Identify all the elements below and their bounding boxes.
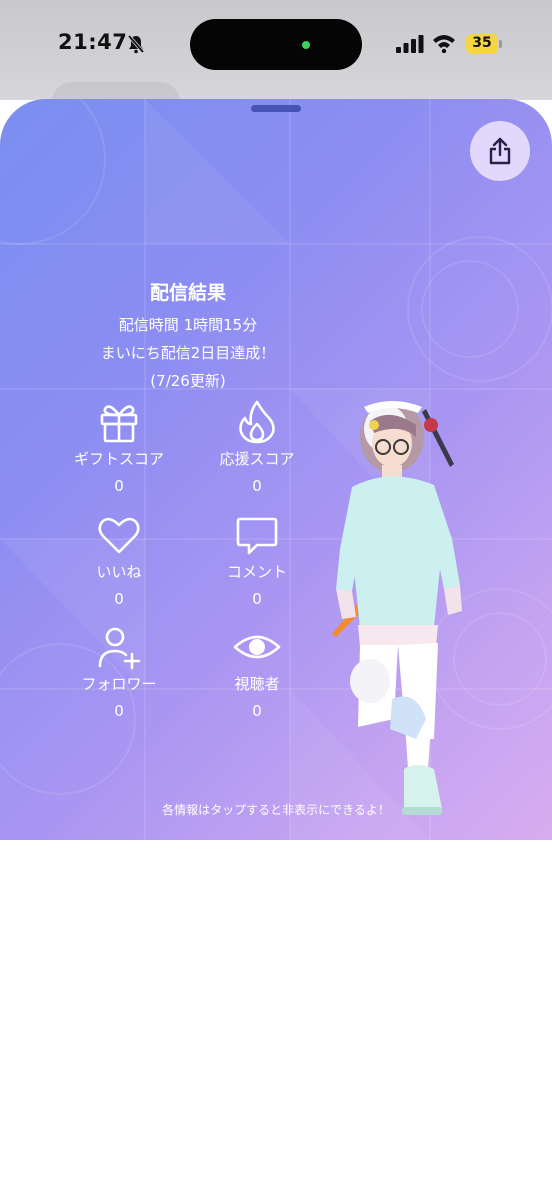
stat-label: 応援スコア bbox=[219, 450, 295, 468]
result-title: 配信結果 bbox=[149, 282, 226, 304]
stat-viewers[interactable]: 視聴者 0 bbox=[187, 623, 327, 720]
camera-indicator bbox=[302, 41, 310, 49]
battery-level: 35 bbox=[472, 35, 492, 51]
cellular-signal-icon bbox=[396, 35, 424, 53]
flame-icon bbox=[239, 400, 275, 444]
sheet-drag-handle[interactable] bbox=[251, 105, 301, 112]
stat-support-score[interactable]: 応援スコア 0 bbox=[187, 398, 327, 495]
wifi-icon bbox=[433, 35, 455, 53]
stat-value: 0 bbox=[114, 702, 124, 720]
comment-icon bbox=[236, 517, 278, 555]
avatar-character bbox=[332, 401, 462, 815]
gift-icon bbox=[100, 405, 138, 443]
battery-indicator: 35 bbox=[466, 34, 502, 54]
stat-value: 0 bbox=[114, 477, 124, 495]
stat-value: 0 bbox=[252, 702, 262, 720]
stat-gift-score[interactable]: ギフトスコア 0 bbox=[49, 398, 189, 495]
stat-value: 0 bbox=[252, 590, 262, 608]
share-icon bbox=[489, 137, 511, 165]
dynamic-island bbox=[190, 19, 362, 70]
stat-likes[interactable]: いいね 0 bbox=[49, 511, 189, 608]
stat-value: 0 bbox=[252, 477, 262, 495]
stat-followers[interactable]: フォロワー 0 bbox=[49, 623, 189, 720]
hint-text: 各情報はタップすると非表示にできるよ！ bbox=[162, 803, 390, 817]
stream-duration: 配信時間 1時間15分 bbox=[118, 316, 258, 334]
stat-label: フォロワー bbox=[81, 675, 157, 693]
eye-icon bbox=[233, 635, 281, 659]
status-time: 21:47 bbox=[58, 30, 128, 54]
heart-icon bbox=[98, 517, 140, 554]
stat-value: 0 bbox=[114, 590, 124, 608]
stat-comments[interactable]: コメント 0 bbox=[187, 511, 327, 608]
stat-label: 視聴者 bbox=[234, 675, 280, 693]
stat-label: コメント bbox=[226, 563, 287, 581]
add-user-icon bbox=[98, 627, 141, 670]
silent-bell-icon bbox=[127, 34, 145, 54]
stat-label: ギフトスコア bbox=[73, 450, 164, 468]
updated-date: (7/26更新) bbox=[150, 372, 226, 390]
share-button[interactable] bbox=[470, 121, 530, 181]
daily-streak: まいにち配信2日目達成！ bbox=[100, 344, 276, 362]
stat-label: いいね bbox=[96, 563, 142, 581]
